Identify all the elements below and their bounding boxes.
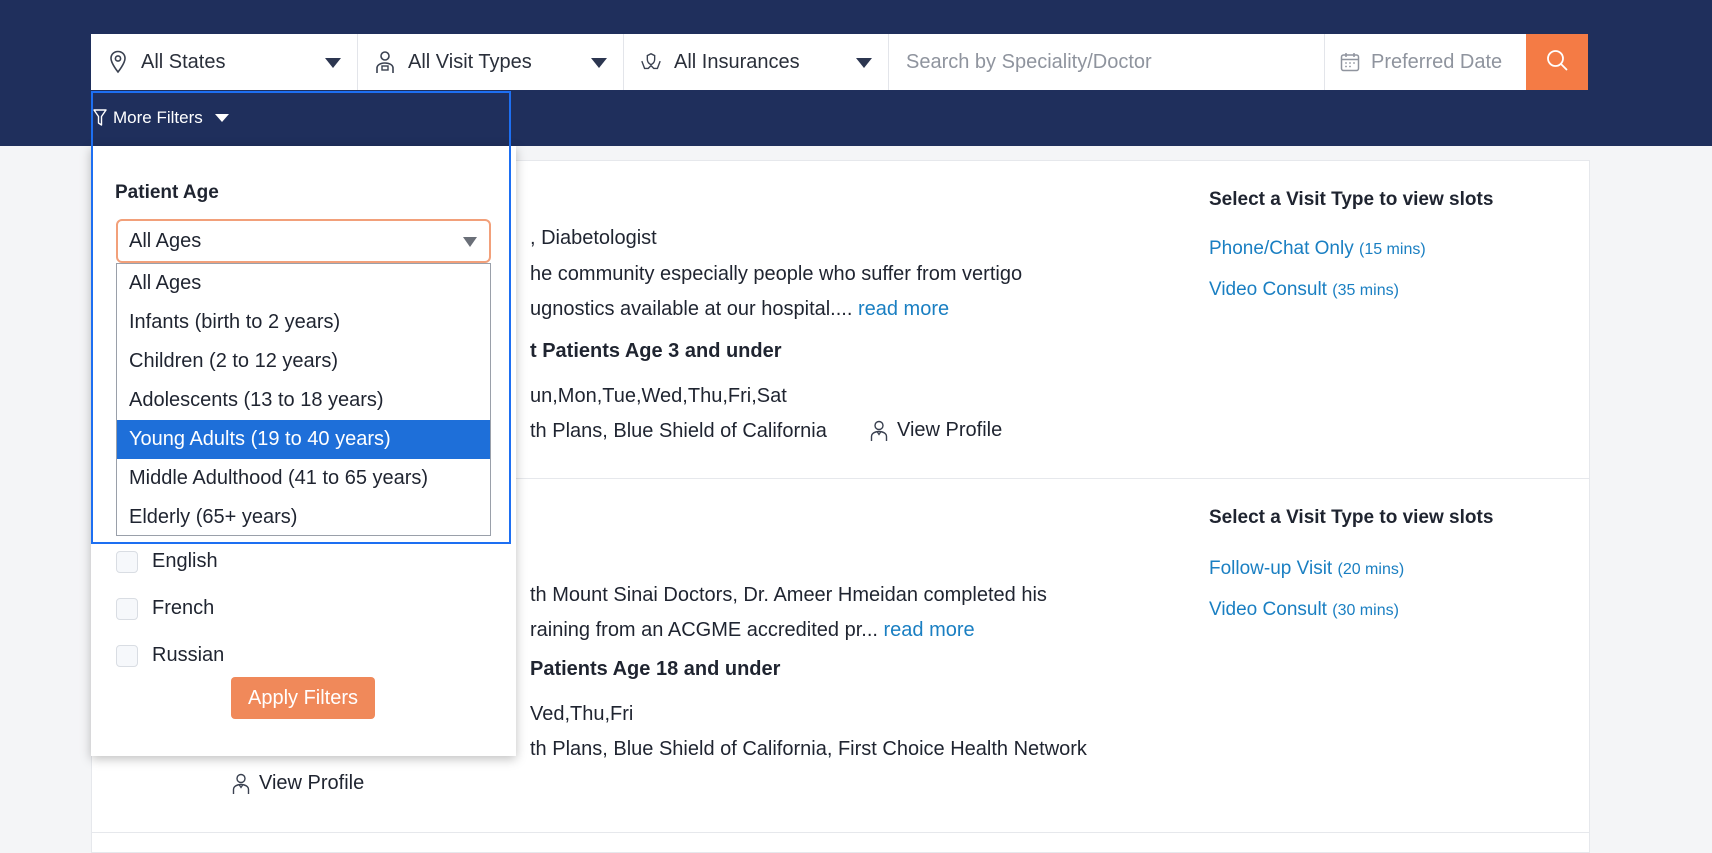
doctor-bio-text: raining from an ACGME accredited pr... bbox=[530, 619, 884, 641]
visit-slot-duration: (20 mins) bbox=[1337, 561, 1405, 578]
insurance-hands-icon bbox=[640, 50, 662, 74]
view-profile-label: View Profile bbox=[897, 419, 1003, 441]
search-button[interactable] bbox=[1526, 34, 1588, 90]
age-restriction-note: Patients Age 18 and under bbox=[530, 658, 781, 680]
checkbox[interactable] bbox=[116, 597, 138, 620]
language-label: English bbox=[152, 550, 218, 572]
visit-slot-duration: (35 mins) bbox=[1332, 282, 1399, 299]
visit-slot-name: Video Consult bbox=[1209, 599, 1327, 620]
view-profile-link[interactable]: View Profile bbox=[232, 772, 364, 795]
age-option[interactable]: Middle Adulthood (41 to 65 years) bbox=[117, 459, 490, 498]
states-dropdown[interactable]: All States bbox=[91, 34, 358, 90]
patient-age-select[interactable]: All Ages bbox=[116, 219, 491, 263]
card-divider bbox=[92, 832, 1589, 833]
visit-types-dropdown-label: All Visit Types bbox=[408, 50, 532, 73]
search-bar: All States All Visit Types All Insurance… bbox=[91, 34, 1588, 90]
visit-types-dropdown[interactable]: All Visit Types bbox=[358, 34, 624, 90]
doctor-profile-icon bbox=[232, 773, 250, 795]
patient-age-options: All Ages Infants (birth to 2 years) Chil… bbox=[116, 263, 491, 536]
chevron-down-icon bbox=[325, 58, 341, 68]
filter-funnel-icon bbox=[93, 109, 107, 127]
available-days: Ved,Thu,Fri bbox=[530, 703, 634, 725]
preferred-date-field[interactable]: Preferred Date bbox=[1325, 34, 1526, 90]
states-dropdown-label: All States bbox=[141, 50, 226, 73]
doctor-bio-text: ugnostics available at our hospital.... bbox=[530, 298, 858, 320]
visit-slot-duration: (30 mins) bbox=[1332, 602, 1399, 619]
chevron-down-icon bbox=[214, 114, 229, 122]
patient-age-heading: Patient Age bbox=[115, 182, 219, 203]
read-more-link[interactable]: read more bbox=[858, 298, 949, 320]
slots-heading: Select a Visit Type to view slots bbox=[1209, 189, 1494, 210]
visit-slot-link[interactable]: Video Consult (35 mins) bbox=[1209, 279, 1399, 301]
search-field-wrapper bbox=[889, 34, 1325, 90]
age-restriction-note: t Patients Age 3 and under bbox=[530, 340, 782, 362]
doctor-bio-line: th Mount Sinai Doctors, Dr. Ameer Hmeida… bbox=[530, 584, 1047, 606]
more-filters-panel: Patient Age All Ages All Ages Infants (b… bbox=[91, 146, 516, 756]
visit-slot-link[interactable]: Follow-up Visit (20 mins) bbox=[1209, 558, 1404, 580]
insurances-dropdown[interactable]: All Insurances bbox=[624, 34, 889, 90]
chevron-down-icon bbox=[591, 58, 607, 68]
visit-slot-link[interactable]: Phone/Chat Only (15 mins) bbox=[1209, 238, 1426, 260]
visit-slot-name: Follow-up Visit bbox=[1209, 558, 1333, 579]
doctor-specialty: , Diabetologist bbox=[530, 227, 657, 249]
visit-slot-name: Video Consult bbox=[1209, 279, 1327, 300]
view-profile-link[interactable]: View Profile bbox=[870, 419, 1002, 442]
language-checkbox-russian[interactable]: Russian bbox=[116, 644, 224, 667]
patient-age-selected: All Ages bbox=[129, 229, 202, 252]
checkbox[interactable] bbox=[116, 550, 138, 573]
chevron-down-icon bbox=[856, 58, 872, 68]
accepted-insurances: th Plans, Blue Shield of California bbox=[530, 420, 827, 442]
accepted-insurances: th Plans, Blue Shield of California, Fir… bbox=[530, 738, 1087, 760]
doctor-icon bbox=[374, 50, 396, 74]
insurances-dropdown-label: All Insurances bbox=[674, 50, 800, 73]
more-filters-toggle[interactable]: More Filters bbox=[93, 103, 229, 133]
doctor-bio-line: ugnostics available at our hospital.... … bbox=[530, 298, 949, 321]
doctor-bio-line: he community especially people who suffe… bbox=[530, 263, 1023, 285]
language-checkbox-english[interactable]: English bbox=[116, 550, 218, 573]
visit-slot-name: Phone/Chat Only bbox=[1209, 238, 1354, 259]
slots-heading: Select a Visit Type to view slots bbox=[1209, 507, 1494, 528]
available-days: un,Mon,Tue,Wed,Thu,Fri,Sat bbox=[530, 385, 787, 407]
location-pin-icon bbox=[107, 50, 129, 74]
apply-filters-button[interactable]: Apply Filters bbox=[231, 677, 375, 719]
more-filters-label: More Filters bbox=[113, 108, 203, 127]
age-option[interactable]: Adolescents (13 to 18 years) bbox=[117, 381, 490, 420]
search-icon bbox=[1546, 49, 1568, 76]
doctor-profile-icon bbox=[870, 420, 888, 442]
preferred-date-label: Preferred Date bbox=[1371, 50, 1503, 73]
age-option[interactable]: Infants (birth to 2 years) bbox=[117, 303, 490, 342]
visit-slot-duration: (15 mins) bbox=[1358, 241, 1426, 258]
language-label: French bbox=[152, 597, 215, 619]
search-input[interactable] bbox=[889, 35, 1324, 89]
visit-slot-link[interactable]: Video Consult (30 mins) bbox=[1209, 599, 1399, 621]
read-more-link[interactable]: read more bbox=[884, 619, 975, 641]
age-option[interactable]: Children (2 to 12 years) bbox=[117, 342, 490, 381]
age-option-highlighted[interactable]: Young Adults (19 to 40 years) bbox=[117, 420, 490, 459]
doctor-bio-line: raining from an ACGME accredited pr... r… bbox=[530, 619, 975, 642]
language-label: Russian bbox=[152, 644, 225, 666]
language-checkbox-french[interactable]: French bbox=[116, 597, 214, 620]
chevron-down-icon bbox=[463, 237, 477, 247]
age-option[interactable]: All Ages bbox=[117, 264, 490, 303]
checkbox[interactable] bbox=[116, 644, 138, 667]
calendar-icon bbox=[1339, 50, 1361, 74]
view-profile-label: View Profile bbox=[259, 772, 365, 794]
age-option[interactable]: Elderly (65+ years) bbox=[117, 498, 490, 537]
